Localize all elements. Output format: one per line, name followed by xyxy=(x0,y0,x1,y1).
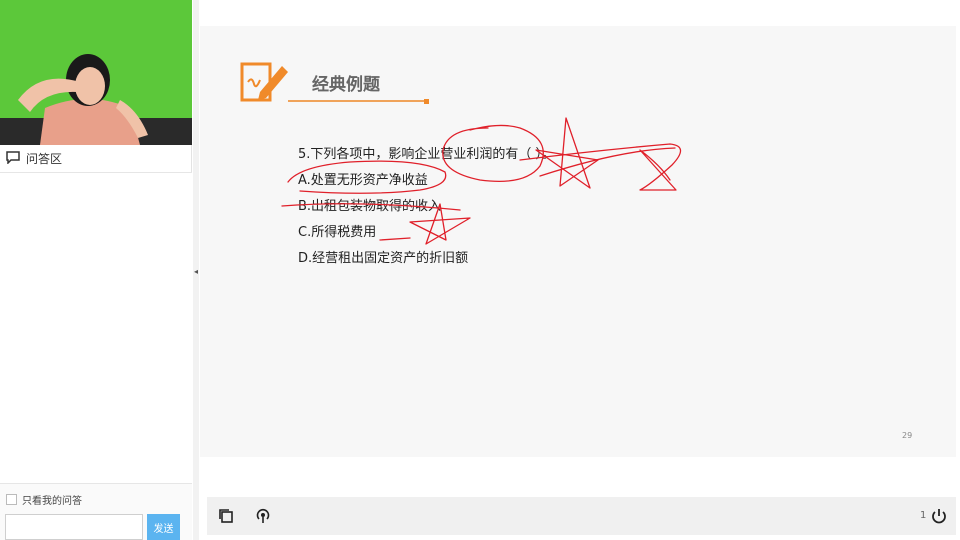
app-root: 问答区 只看我的问答 发送 ◂ 经典例题 5.下列各项中，影响企业营业利润的有（… xyxy=(0,0,960,540)
pen-annotations xyxy=(281,117,682,245)
online-count: 1 xyxy=(920,510,927,521)
annotation-curve-a xyxy=(287,160,447,194)
bottom-toolbar: 1 xyxy=(207,497,956,535)
annotation-underline-b xyxy=(281,203,461,211)
copy-icon[interactable] xyxy=(215,505,237,527)
annotation-star-1 xyxy=(535,117,599,189)
broadcast-icon[interactable] xyxy=(252,505,274,527)
annotation-dash-c xyxy=(379,237,411,241)
annotation-oval xyxy=(442,124,544,183)
annotation-star-2 xyxy=(409,203,471,245)
power-icon[interactable] xyxy=(928,505,950,527)
